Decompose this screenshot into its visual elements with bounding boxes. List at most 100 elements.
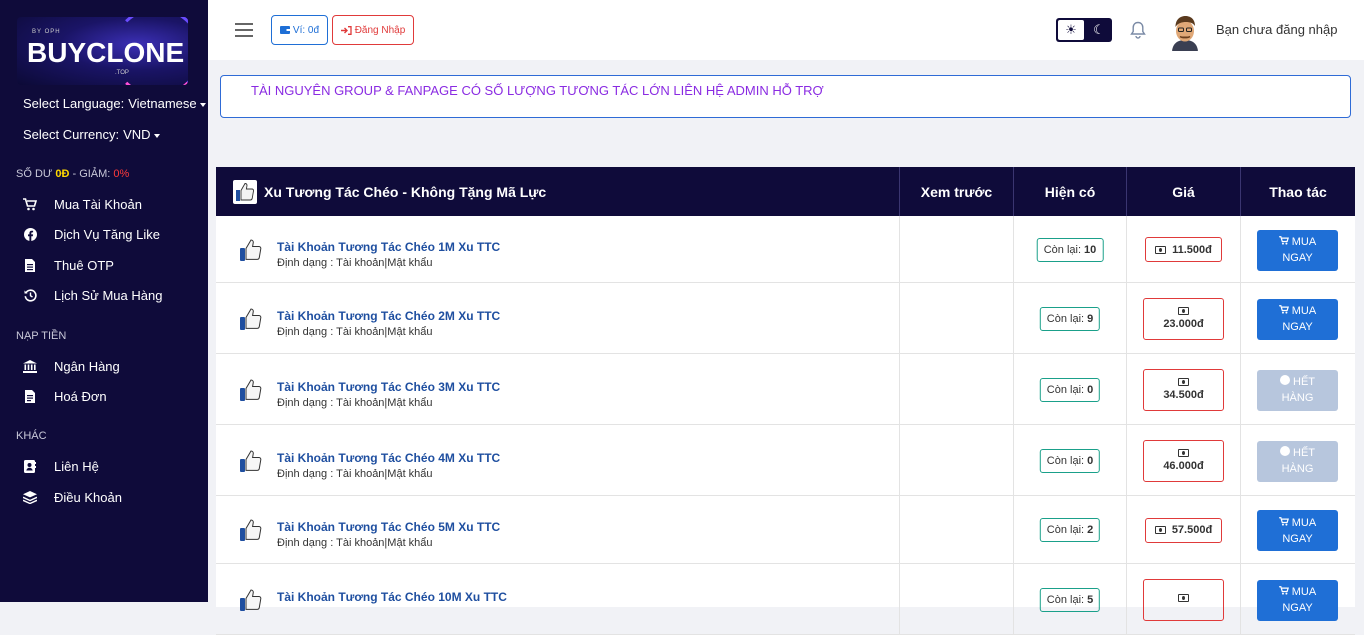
thumbs-up-icon: [240, 519, 262, 541]
product-name-link[interactable]: Tài Khoản Tương Tác Chéo 3M Xu TTC: [277, 380, 500, 394]
wallet-button[interactable]: Ví: 0đ: [271, 15, 328, 45]
discount-label: - GIẢM:: [69, 168, 114, 180]
avatar[interactable]: [1169, 13, 1201, 51]
sign-in-icon: [340, 25, 352, 35]
currency-value: VND: [123, 127, 151, 142]
category-title: Xu Tương Tác Chéo - Không Tặng Mã Lực: [264, 183, 547, 200]
buyclone-logo[interactable]: BY OPH BUYCLONE .TOP: [17, 17, 188, 85]
preview-cell: [900, 354, 1014, 424]
stock-badge: Còn lại: 9: [1039, 306, 1101, 331]
col-stock-header: Hiện có: [1014, 167, 1127, 216]
product-name-link[interactable]: Tài Khoản Tương Tác Chéo 10M Xu TTC: [277, 590, 507, 604]
buy-now-button[interactable]: MUA NGAY: [1257, 510, 1338, 551]
stock-count: 0: [1087, 454, 1094, 467]
stock-count: 10: [1084, 243, 1097, 256]
invoice-icon: [23, 390, 37, 404]
buy-label-2: NGAY: [1282, 532, 1313, 545]
product-name-link[interactable]: Tài Khoản Tương Tác Chéo 4M Xu TTC: [277, 451, 500, 465]
sidebar-item-label: Hoá Đơn: [54, 389, 107, 404]
product-format: Định dạng : Tài khoản|Mật khẩu: [277, 396, 433, 409]
language-value: Vietnamese: [128, 96, 197, 111]
category-header: Xu Tương Tác Chéo - Không Tặng Mã Lực: [216, 167, 900, 216]
preview-cell: [900, 425, 1014, 495]
sidebar-item-buy-account[interactable]: Mua Tài Khoản: [23, 197, 142, 212]
menu-toggle-icon[interactable]: [235, 23, 253, 37]
discount-value: 0%: [113, 168, 130, 180]
price-value: 46.000đ: [1163, 460, 1204, 472]
table-row: Tài Khoản Tương Tác Chéo 1M Xu TTC Định d…: [216, 216, 1355, 283]
stock-prefix: Còn lại:: [1046, 593, 1085, 606]
preview-cell: [900, 564, 1014, 634]
buy-now-button[interactable]: MUA NGAY: [1257, 229, 1338, 271]
product-cell: Tài Khoản Tương Tác Chéo 4M Xu TTC Định d…: [216, 425, 900, 495]
stock-badge: Còn lại: 2: [1039, 518, 1101, 542]
login-button[interactable]: Đăng Nhập: [332, 15, 414, 45]
out-word: HẾT: [1293, 376, 1315, 388]
col-action-header: Thao tác: [1269, 183, 1327, 200]
sidebar-item-bank[interactable]: Ngân Hàng: [23, 359, 120, 374]
buy-label-2: NGAY: [1282, 321, 1313, 333]
product-cell: Tài Khoản Tương Tác Chéo 10M Xu TTC: [216, 564, 900, 634]
money-bill-icon: [1178, 449, 1189, 457]
price-badge: 57.500đ: [1145, 517, 1222, 543]
stock-badge: Còn lại: 0: [1039, 377, 1101, 402]
notice-text: TÀI NGUYÊN GROUP & FANPAGE CÓ SỐ LƯỢNG T…: [251, 83, 824, 98]
moon-icon[interactable]: ☾: [1086, 18, 1112, 42]
sidebar-item-terms[interactable]: Điều Khoản: [23, 490, 122, 505]
logo-brand-text: BUYCLONE: [27, 37, 185, 68]
product-name-link[interactable]: Tài Khoản Tương Tác Chéo 5M Xu TTC: [277, 520, 500, 534]
price-value: 11.500đ: [1172, 243, 1212, 256]
product-name-link[interactable]: Tài Khoản Tương Tác Chéo 1M Xu TTC: [277, 240, 500, 254]
price-badge: 46.000đ: [1143, 439, 1224, 482]
user-status-text[interactable]: Bạn chưa đăng nhập: [1216, 22, 1337, 37]
bell-icon[interactable]: [1130, 21, 1146, 39]
product-name-link[interactable]: Tài Khoản Tương Tác Chéo 2M Xu TTC: [277, 309, 500, 323]
sidebar-item-like-service[interactable]: Dịch Vụ Tăng Like: [23, 227, 160, 242]
stock-badge: Còn lại: 5: [1039, 587, 1101, 612]
facebook-icon: [23, 228, 37, 242]
stock-prefix: Còn lại:: [1043, 243, 1082, 256]
col-preview-header: Xem trước: [900, 167, 1014, 216]
theme-toggle[interactable]: ☀ ☾: [1056, 18, 1112, 42]
cart-icon: [1278, 305, 1289, 314]
out-word: HẾT: [1293, 447, 1315, 459]
sidebar-item-otp[interactable]: Thuê OTP: [23, 258, 114, 273]
sun-icon[interactable]: ☀: [1058, 20, 1084, 40]
product-format: Định dạng : Tài khoản|Mật khẩu: [277, 325, 433, 338]
out-label-1: HẾT: [1280, 374, 1315, 390]
money-bill-icon: [1155, 245, 1167, 254]
language-label: Select Language:: [23, 96, 125, 111]
thumbs-up-icon: [240, 378, 262, 401]
buy-now-button[interactable]: MUA NGAY: [1257, 579, 1338, 621]
stock-prefix: Còn lại:: [1046, 312, 1085, 325]
top-header: Ví: 0đ Đăng Nhập ☀ ☾ Bạn chưa đăng nhập: [208, 0, 1364, 60]
sidebar-item-label: Điều Khoản: [54, 490, 122, 505]
sidebar-item-contact[interactable]: Liên Hệ: [23, 459, 99, 474]
circle-icon: [1280, 375, 1290, 385]
sidebar-item-history[interactable]: Lịch Sử Mua Hàng: [23, 288, 162, 303]
language-selector[interactable]: Select Language: Vietnamese: [23, 96, 206, 111]
price-value: 57.500đ: [1171, 524, 1213, 536]
caret-down-icon: [199, 102, 206, 107]
stock-cell: Còn lại: 2: [1014, 496, 1127, 563]
caret-down-icon: [153, 133, 160, 138]
price-badge: 11.500đ: [1145, 237, 1222, 262]
money-bill-icon: [1178, 378, 1189, 386]
stock-count: 9: [1087, 312, 1094, 325]
stock-cell: Còn lại: 9: [1014, 283, 1127, 353]
buy-now-button[interactable]: MUA NGAY: [1257, 298, 1338, 340]
wallet-label: Ví: 0đ: [292, 24, 320, 36]
stock-count: 2: [1087, 524, 1094, 536]
balance-info: SỐ DƯ 0Đ - GIẢM: 0%: [16, 168, 129, 180]
sidebar-item-invoice[interactable]: Hoá Đơn: [23, 389, 107, 404]
table-row: Tài Khoản Tương Tác Chéo 10M Xu TTC Còn l…: [216, 564, 1355, 635]
sidebar-item-label: Ngân Hàng: [54, 359, 120, 374]
thumbs-up-icon: [240, 307, 262, 330]
contact-icon: [23, 460, 37, 474]
price-value: 34.500đ: [1163, 389, 1204, 401]
out-label-2: HÀNG: [1281, 463, 1314, 475]
login-label: Đăng Nhập: [354, 24, 406, 36]
history-icon: [23, 289, 37, 303]
thumbs-up-icon: [240, 238, 262, 261]
currency-selector[interactable]: Select Currency: VND: [23, 127, 160, 142]
